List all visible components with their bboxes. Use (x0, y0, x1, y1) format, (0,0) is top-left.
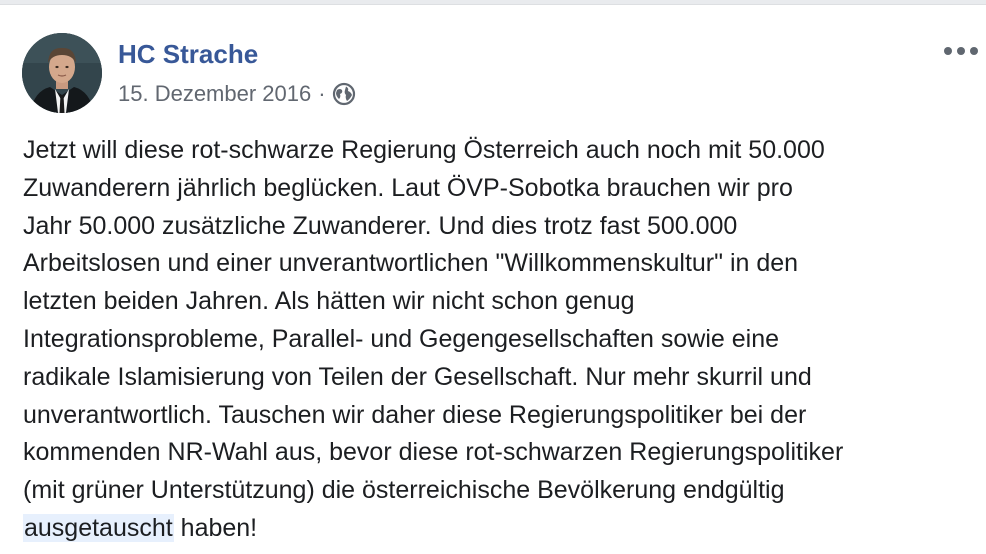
more-dot (970, 47, 978, 55)
post-text-line: (mit grüner Unterstützung) die österreic… (23, 476, 785, 505)
post-text-line: Zuwanderern jährlich beglücken. Laut ÖVP… (23, 173, 793, 202)
highlighted-word[interactable]: ausgetauscht (23, 513, 174, 542)
post-author-name[interactable]: HC Strache (118, 39, 258, 70)
meta-separator: · (318, 81, 326, 106)
post-text-line: kommenden NR-Wahl aus, bevor diese rot-s… (23, 438, 844, 467)
globe-icon[interactable] (332, 82, 356, 106)
post-text-line-end: haben! (173, 513, 258, 542)
post-text-line: Arbeitslosen und einer unverantwortliche… (23, 249, 799, 278)
more-options-icon[interactable] (944, 39, 978, 63)
post-text-last-line: ausgetauscht haben! (23, 510, 973, 548)
post-text-line: Jahr 50.000 zusätzliche Zuwanderer. Und … (23, 211, 738, 240)
post-text: Jetzt will diese rot-schwarze Regierung … (23, 132, 973, 548)
post-text-line: letzten beiden Jahren. Als hätten wir ni… (23, 287, 635, 316)
more-dot (944, 47, 952, 55)
post-text-line: Integrationsprobleme, Parallel- und Gege… (23, 324, 780, 353)
facebook-post-card: HC Strache 15. Dezember 2016 · Jetzt wil… (0, 4, 986, 554)
post-text-line: radikale Islamisierung von Teilen der Ge… (23, 362, 812, 391)
avatar[interactable] (22, 33, 102, 113)
post-text-line: Jetzt will diese rot-schwarze Regierung … (23, 136, 825, 164)
post-meta: 15. Dezember 2016 · (118, 81, 356, 107)
more-dot (957, 47, 965, 55)
post-date[interactable]: 15. Dezember 2016 (118, 81, 311, 107)
post-text-line: unverantwortlich. Tauschen wir daher die… (23, 400, 807, 429)
